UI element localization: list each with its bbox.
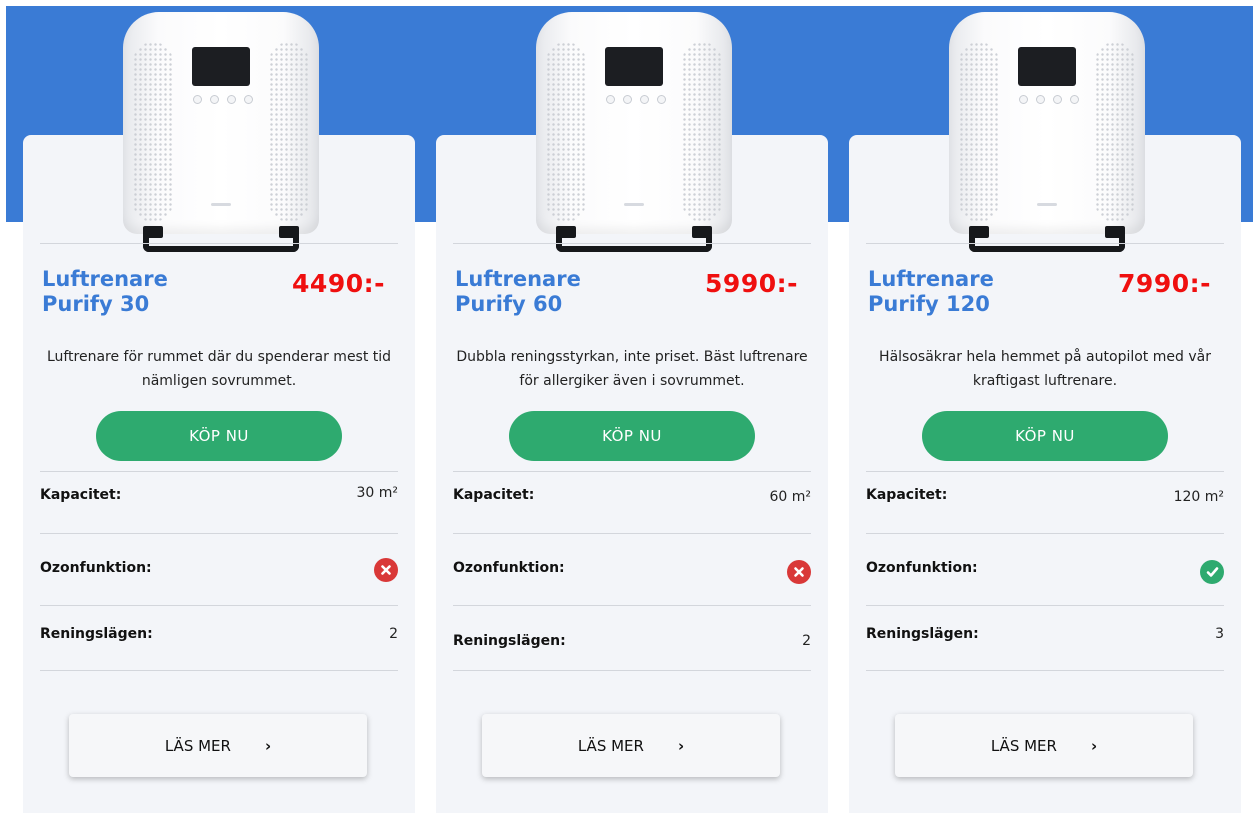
- product-name[interactable]: Luftrenare Purify 120: [868, 267, 1048, 317]
- capacity-value: 60 m²: [769, 489, 811, 505]
- divider: [866, 533, 1224, 534]
- divider: [40, 471, 398, 472]
- capacity-label: Kapacitet:: [453, 487, 535, 503]
- buy-now-button[interactable]: KÖP NU: [509, 411, 755, 461]
- divider: [40, 605, 398, 606]
- cleaning-modes-value: 2: [389, 626, 398, 642]
- buy-now-button[interactable]: KÖP NU: [922, 411, 1168, 461]
- divider: [453, 670, 811, 671]
- cleaning-modes-value: 2: [802, 633, 811, 649]
- ozone-label: Ozonfunktion:: [40, 560, 152, 576]
- read-more-button[interactable]: LÄS MER ›: [69, 714, 367, 777]
- divider: [453, 533, 811, 534]
- divider: [866, 471, 1224, 472]
- read-more-button[interactable]: LÄS MER ›: [482, 714, 780, 777]
- buy-now-button[interactable]: KÖP NU: [96, 411, 342, 461]
- product-description: Luftrenare för rummet där du spenderar m…: [46, 349, 392, 389]
- capacity-value: 120 m²: [1173, 489, 1224, 505]
- chevron-right-icon: ›: [677, 736, 685, 755]
- x-circle-icon: [374, 558, 398, 582]
- divider: [40, 243, 398, 244]
- divider: [40, 533, 398, 534]
- divider: [453, 471, 811, 472]
- product-name[interactable]: Luftrenare Purify 60: [455, 267, 635, 317]
- product-image: [536, 12, 732, 252]
- check-circle-icon: [1200, 560, 1224, 584]
- divider: [453, 243, 811, 244]
- read-more-label: LÄS MER: [577, 736, 644, 755]
- product-price: 5990:-: [705, 269, 798, 298]
- product-price: 7990:-: [1118, 269, 1211, 298]
- capacity-label: Kapacitet:: [40, 487, 122, 503]
- chevron-right-icon: ›: [1090, 736, 1098, 755]
- product-card-purify-120: Luftrenare Purify 120 7990:- Hälsosäkrar…: [849, 12, 1241, 813]
- cleaning-modes-label: Reningslägen:: [866, 626, 979, 642]
- cleaning-modes-label: Reningslägen:: [453, 633, 566, 649]
- read-more-button[interactable]: LÄS MER ›: [895, 714, 1193, 777]
- divider: [453, 605, 811, 606]
- product-description: Dubbla reningsstyrkan, inte priset. Bäst…: [456, 349, 808, 389]
- read-more-label: LÄS MER: [164, 736, 231, 755]
- capacity-label: Kapacitet:: [866, 487, 948, 503]
- divider: [40, 670, 398, 671]
- product-card-purify-30: Luftrenare Purify 30 4490:- Luftrenare f…: [23, 12, 415, 813]
- product-card-purify-60: Luftrenare Purify 60 5990:- Dubbla renin…: [436, 12, 828, 813]
- cleaning-modes-label: Reningslägen:: [40, 626, 153, 642]
- cleaning-modes-value: 3: [1215, 626, 1224, 642]
- x-circle-icon: [787, 560, 811, 584]
- ozone-label: Ozonfunktion:: [453, 560, 565, 576]
- product-image: [123, 12, 319, 252]
- divider: [866, 605, 1224, 606]
- product-image: [949, 12, 1145, 252]
- product-name[interactable]: Luftrenare Purify 30: [42, 267, 222, 317]
- capacity-value: 30 m²: [356, 485, 398, 501]
- divider: [866, 243, 1224, 244]
- ozone-label: Ozonfunktion:: [866, 560, 978, 576]
- product-description: Hälsosäkrar hela hemmet på autopilot med…: [879, 349, 1211, 389]
- product-price: 4490:-: [292, 269, 385, 298]
- chevron-right-icon: ›: [264, 736, 272, 755]
- read-more-label: LÄS MER: [990, 736, 1057, 755]
- divider: [866, 670, 1224, 671]
